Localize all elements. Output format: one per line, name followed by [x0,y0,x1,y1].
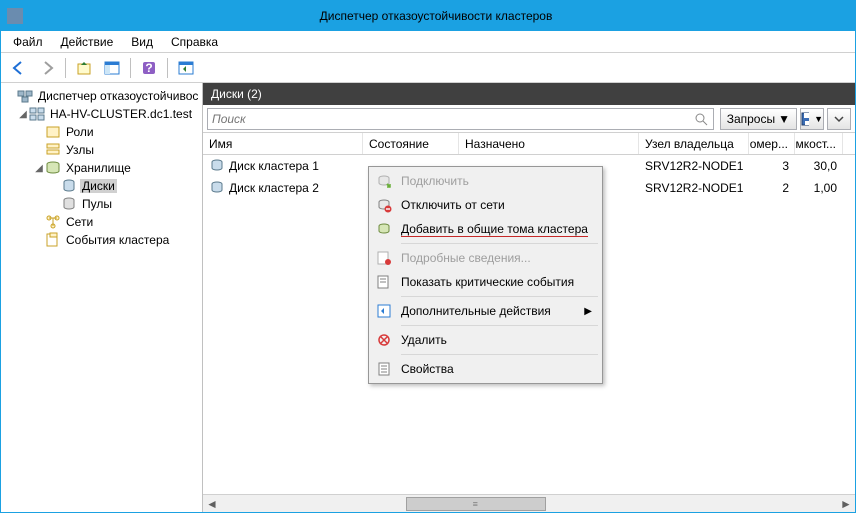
navigation-tree: Диспетчер отказоустойчивос ◢HA-HV-CLUSTE… [1,83,203,512]
horizontal-scrollbar[interactable]: ◄ ≡ ► [203,494,855,512]
nav-forward-button[interactable] [35,56,59,80]
disk-icon [209,158,225,174]
toolbar-separator [65,58,66,78]
ctx-more-actions[interactable]: Дополнительные действия▶ [371,299,600,323]
tree-roles[interactable]: Роли [1,123,202,141]
storage-icon [45,160,61,176]
properties-icon [375,360,393,378]
search-input[interactable] [207,108,714,130]
connect-icon [375,172,393,190]
details-icon [375,249,393,267]
menu-help[interactable]: Справка [163,33,226,51]
search-icon[interactable] [691,109,711,129]
scroll-right-button[interactable]: ► [837,495,855,513]
col-capacity[interactable]: Емкост... [795,133,843,154]
delete-icon [375,331,393,349]
submenu-arrow-icon: ▶ [584,306,592,317]
tree-networks[interactable]: Сети [1,213,202,231]
col-number[interactable]: Номер... [749,133,795,154]
pools-icon [61,196,77,212]
nav-back-button[interactable] [7,56,31,80]
menu-bar: Файл Действие Вид Справка [1,31,855,53]
col-assigned[interactable]: Назначено [459,133,639,154]
events-icon [375,273,393,291]
scroll-left-button[interactable]: ◄ [203,495,221,513]
col-owner[interactable]: Узел владельца [639,133,749,154]
list-header: Имя Состояние Назначено Узел владельца Н… [203,133,855,155]
tree-cluster[interactable]: ◢HA-HV-CLUSTER.dc1.test [1,105,202,123]
chevron-down-icon: ▼ [814,114,823,124]
more-icon [375,302,393,320]
toolbar-separator [167,58,168,78]
ctx-delete[interactable]: Удалить [371,328,600,352]
disk-icon [209,180,225,196]
help-button[interactable]: ? [137,56,161,80]
scroll-thumb[interactable]: ≡ [406,497,546,511]
menu-file[interactable]: Файл [5,33,51,51]
networks-icon [45,214,61,230]
cluster-manager-icon [17,88,33,104]
roles-icon [45,124,61,140]
tree-storage[interactable]: ◢Хранилище [1,159,202,177]
cluster-icon [29,106,45,122]
menu-action[interactable]: Действие [53,33,122,51]
save-query-button[interactable]: ▼ [800,108,824,130]
refresh-button[interactable] [174,56,198,80]
ctx-add-csv[interactable]: Добавить в общие тома кластера [371,217,600,241]
csv-icon [375,220,393,238]
ctx-properties[interactable]: Свойства [371,357,600,381]
tree-root[interactable]: Диспетчер отказоустойчивос [1,87,202,105]
tree-disks[interactable]: Диски [1,177,202,195]
main-header: Диски (2) [203,83,855,105]
tree-events[interactable]: События кластера [1,231,202,249]
col-state[interactable]: Состояние [363,133,459,154]
disconnect-icon [375,196,393,214]
toolbar-separator [130,58,131,78]
svg-text:?: ? [145,61,152,75]
tree-nodes[interactable]: Узлы [1,141,202,159]
queries-button[interactable]: Запросы▼ [720,108,797,130]
toolbar: ? [1,53,855,83]
menu-separator [401,325,598,326]
events-icon [45,232,61,248]
expand-button[interactable] [827,108,851,130]
app-icon [7,8,23,24]
col-name[interactable]: Имя [203,133,363,154]
show-hide-tree-button[interactable] [100,56,124,80]
menu-separator [401,243,598,244]
window-title: Диспетчер отказоустойчивости кластеров [23,9,849,23]
ctx-disconnect[interactable]: Отключить от сети [371,193,600,217]
search-bar: Запросы▼ ▼ [203,105,855,133]
ctx-critical-events[interactable]: Показать критические события [371,270,600,294]
title-bar: Диспетчер отказоустойчивости кластеров [1,1,855,31]
context-menu: Подключить Отключить от сети Добавить в … [368,166,603,384]
disks-icon [61,178,77,194]
tree-pools[interactable]: Пулы [1,195,202,213]
scroll-track[interactable]: ≡ [221,495,837,513]
menu-separator [401,354,598,355]
nodes-icon [45,142,61,158]
up-button[interactable] [72,56,96,80]
menu-separator [401,296,598,297]
ctx-details: Подробные сведения... [371,246,600,270]
ctx-connect: Подключить [371,169,600,193]
chevron-down-icon: ▼ [778,112,790,126]
menu-view[interactable]: Вид [123,33,161,51]
